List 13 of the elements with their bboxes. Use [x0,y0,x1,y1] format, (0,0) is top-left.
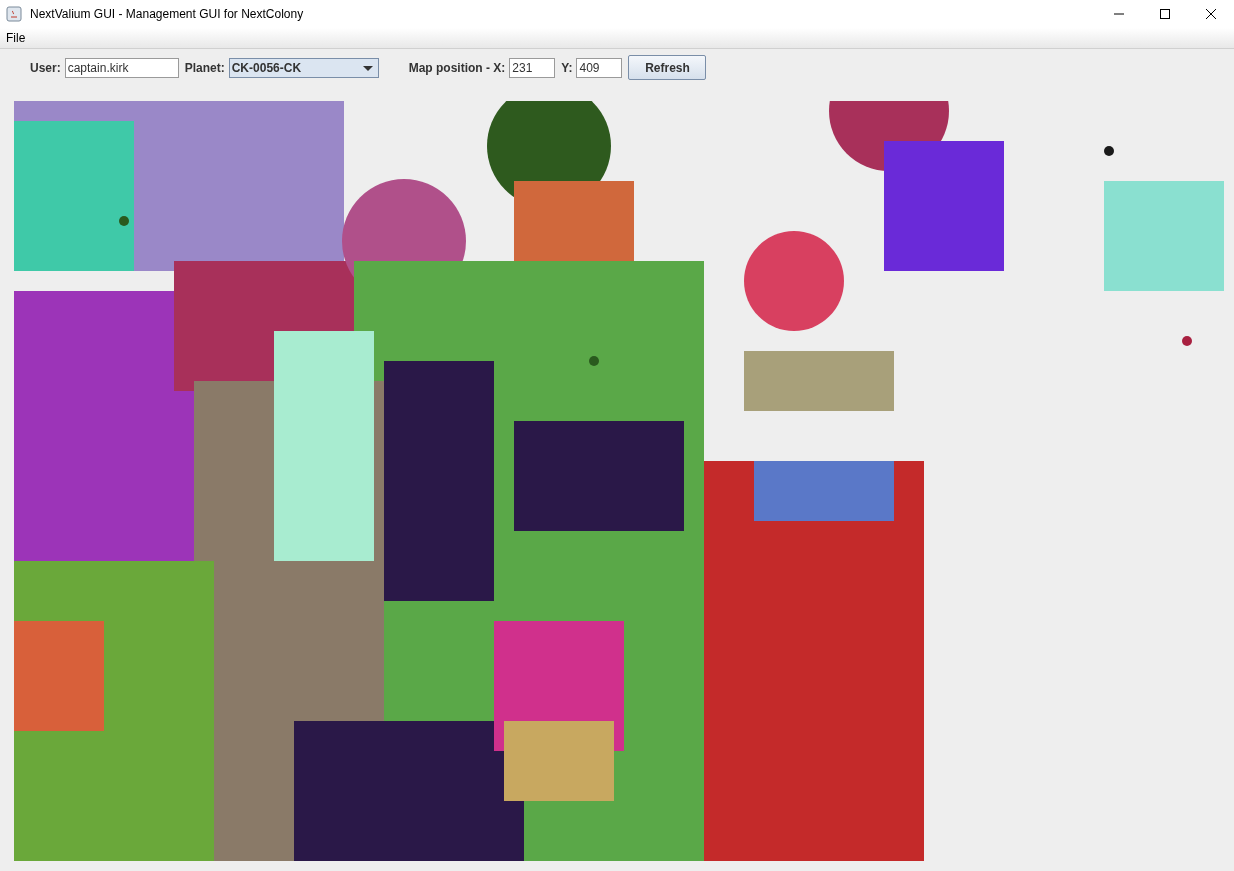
planet-dropdown[interactable]: CK-0056-CK [228,58,379,78]
map-x-field[interactable]: 231 [509,58,556,78]
menu-item[interactable]: File [6,29,26,47]
planet-label: Planet: [184,60,225,77]
window-title: NextValium GUI - Management GUI for NextColony [30,6,304,23]
user-label: User: [30,60,61,77]
map-x-label: Map position - X: [408,60,506,77]
map-y-label: Y: [561,60,573,77]
map-y-field[interactable]: 409 [576,58,623,78]
app-icon [6,6,22,22]
user-field[interactable]: captain.kirk [64,58,179,78]
refresh-button[interactable]: Refresh [628,55,707,81]
colony-map-drawing[interactable] [14,101,1224,861]
